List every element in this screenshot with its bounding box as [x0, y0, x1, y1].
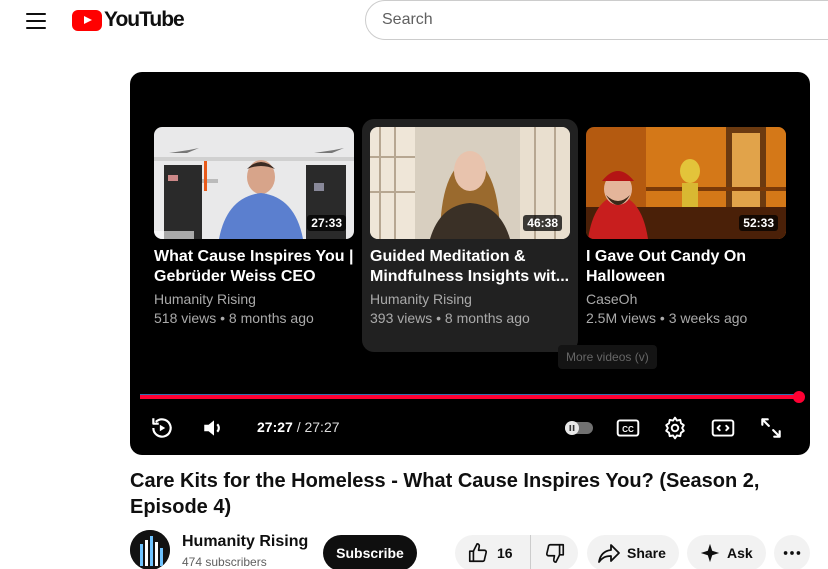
end-card-meta: 393 views • 8 months ago [370, 310, 530, 326]
autoplay-toggle-icon [565, 421, 593, 435]
scrubber-handle[interactable] [793, 391, 805, 403]
end-card-title[interactable]: What Cause Inspires You | Gebrüder Weiss… [154, 247, 354, 287]
thumbs-up-icon [468, 543, 488, 563]
fullscreen-button[interactable] [757, 414, 785, 442]
menu-button[interactable] [24, 10, 48, 32]
end-card-channel: CaseOh [586, 291, 638, 307]
thumbs-down-icon [545, 543, 564, 563]
volume-icon [204, 420, 220, 436]
hamburger-icon [26, 13, 46, 15]
like-button[interactable]: 16 [455, 535, 531, 569]
theater-mode-button[interactable] [709, 414, 737, 442]
video-player[interactable]: 27:33 What Cause Inspires You | Gebrüder… [130, 72, 810, 455]
duration-badge: 46:38 [523, 215, 562, 231]
time-display: 27:27 / 27:27 [257, 419, 340, 435]
duration-badge: 52:33 [739, 215, 778, 231]
end-card-channel: Humanity Rising [154, 291, 256, 307]
end-card-meta: 2.5M views • 3 weeks ago [586, 310, 748, 326]
volume-button[interactable] [200, 414, 228, 442]
youtube-play-icon [72, 9, 102, 31]
dislike-button[interactable] [531, 535, 578, 569]
search-input[interactable] [365, 0, 828, 40]
end-card-title[interactable]: Guided Meditation & Mindfulness Insights… [370, 247, 570, 287]
subscribe-button[interactable]: Subscribe [323, 535, 417, 569]
current-time: 27:27 [257, 419, 293, 435]
sparkle-icon [700, 543, 720, 563]
subscriber-count: 474 subscribers [182, 555, 267, 569]
total-time: 27:27 [304, 419, 340, 435]
gear-icon [665, 416, 685, 440]
ask-label: Ask [727, 545, 753, 561]
time-separator: / [292, 419, 305, 435]
end-card-2[interactable]: 46:38 Guided Meditation & Mindfulness In… [362, 119, 578, 352]
more-videos-button[interactable]: More videos (v) [558, 345, 657, 369]
logo-text: YouTube [104, 8, 185, 31]
replay-icon [152, 418, 172, 438]
captions-icon: CC [616, 419, 640, 437]
end-card-meta: 518 views • 8 months ago [154, 310, 314, 326]
svg-text:CC: CC [622, 425, 634, 434]
end-card-title[interactable]: I Gave Out Candy On Halloween [586, 247, 786, 287]
channel-name[interactable]: Humanity Rising [182, 533, 308, 551]
share-label: Share [627, 545, 666, 561]
autoplay-toggle[interactable] [563, 414, 595, 442]
share-icon [598, 544, 620, 563]
end-card-channel: Humanity Rising [370, 291, 472, 307]
fullscreen-icon [761, 418, 781, 438]
duration-badge: 27:33 [307, 215, 346, 231]
ask-button[interactable]: Ask [687, 535, 766, 569]
video-title: Care Kits for the Homeless - What Cause … [130, 470, 760, 518]
end-card-thumbnail: 52:33 [586, 127, 786, 239]
more-actions-button[interactable] [774, 535, 810, 569]
progress-bar[interactable] [140, 394, 800, 399]
like-dislike-group: 16 [455, 535, 578, 569]
settings-button[interactable] [661, 414, 689, 442]
replay-button[interactable] [148, 414, 176, 442]
captions-button[interactable]: CC [614, 414, 642, 442]
more-horizontal-icon [783, 551, 801, 555]
end-card-1[interactable]: 27:33 What Cause Inspires You | Gebrüder… [154, 127, 354, 328]
share-button[interactable]: Share [587, 535, 679, 569]
youtube-logo[interactable]: YouTube [72, 8, 185, 32]
channel-avatar[interactable] [130, 530, 170, 569]
end-card-thumbnail: 27:33 [154, 127, 354, 239]
end-card-3[interactable]: 52:33 I Gave Out Candy On Halloween Case… [586, 127, 786, 328]
end-card-thumbnail: 46:38 [370, 127, 570, 239]
like-count: 16 [497, 545, 513, 561]
theater-mode-icon [711, 419, 735, 437]
